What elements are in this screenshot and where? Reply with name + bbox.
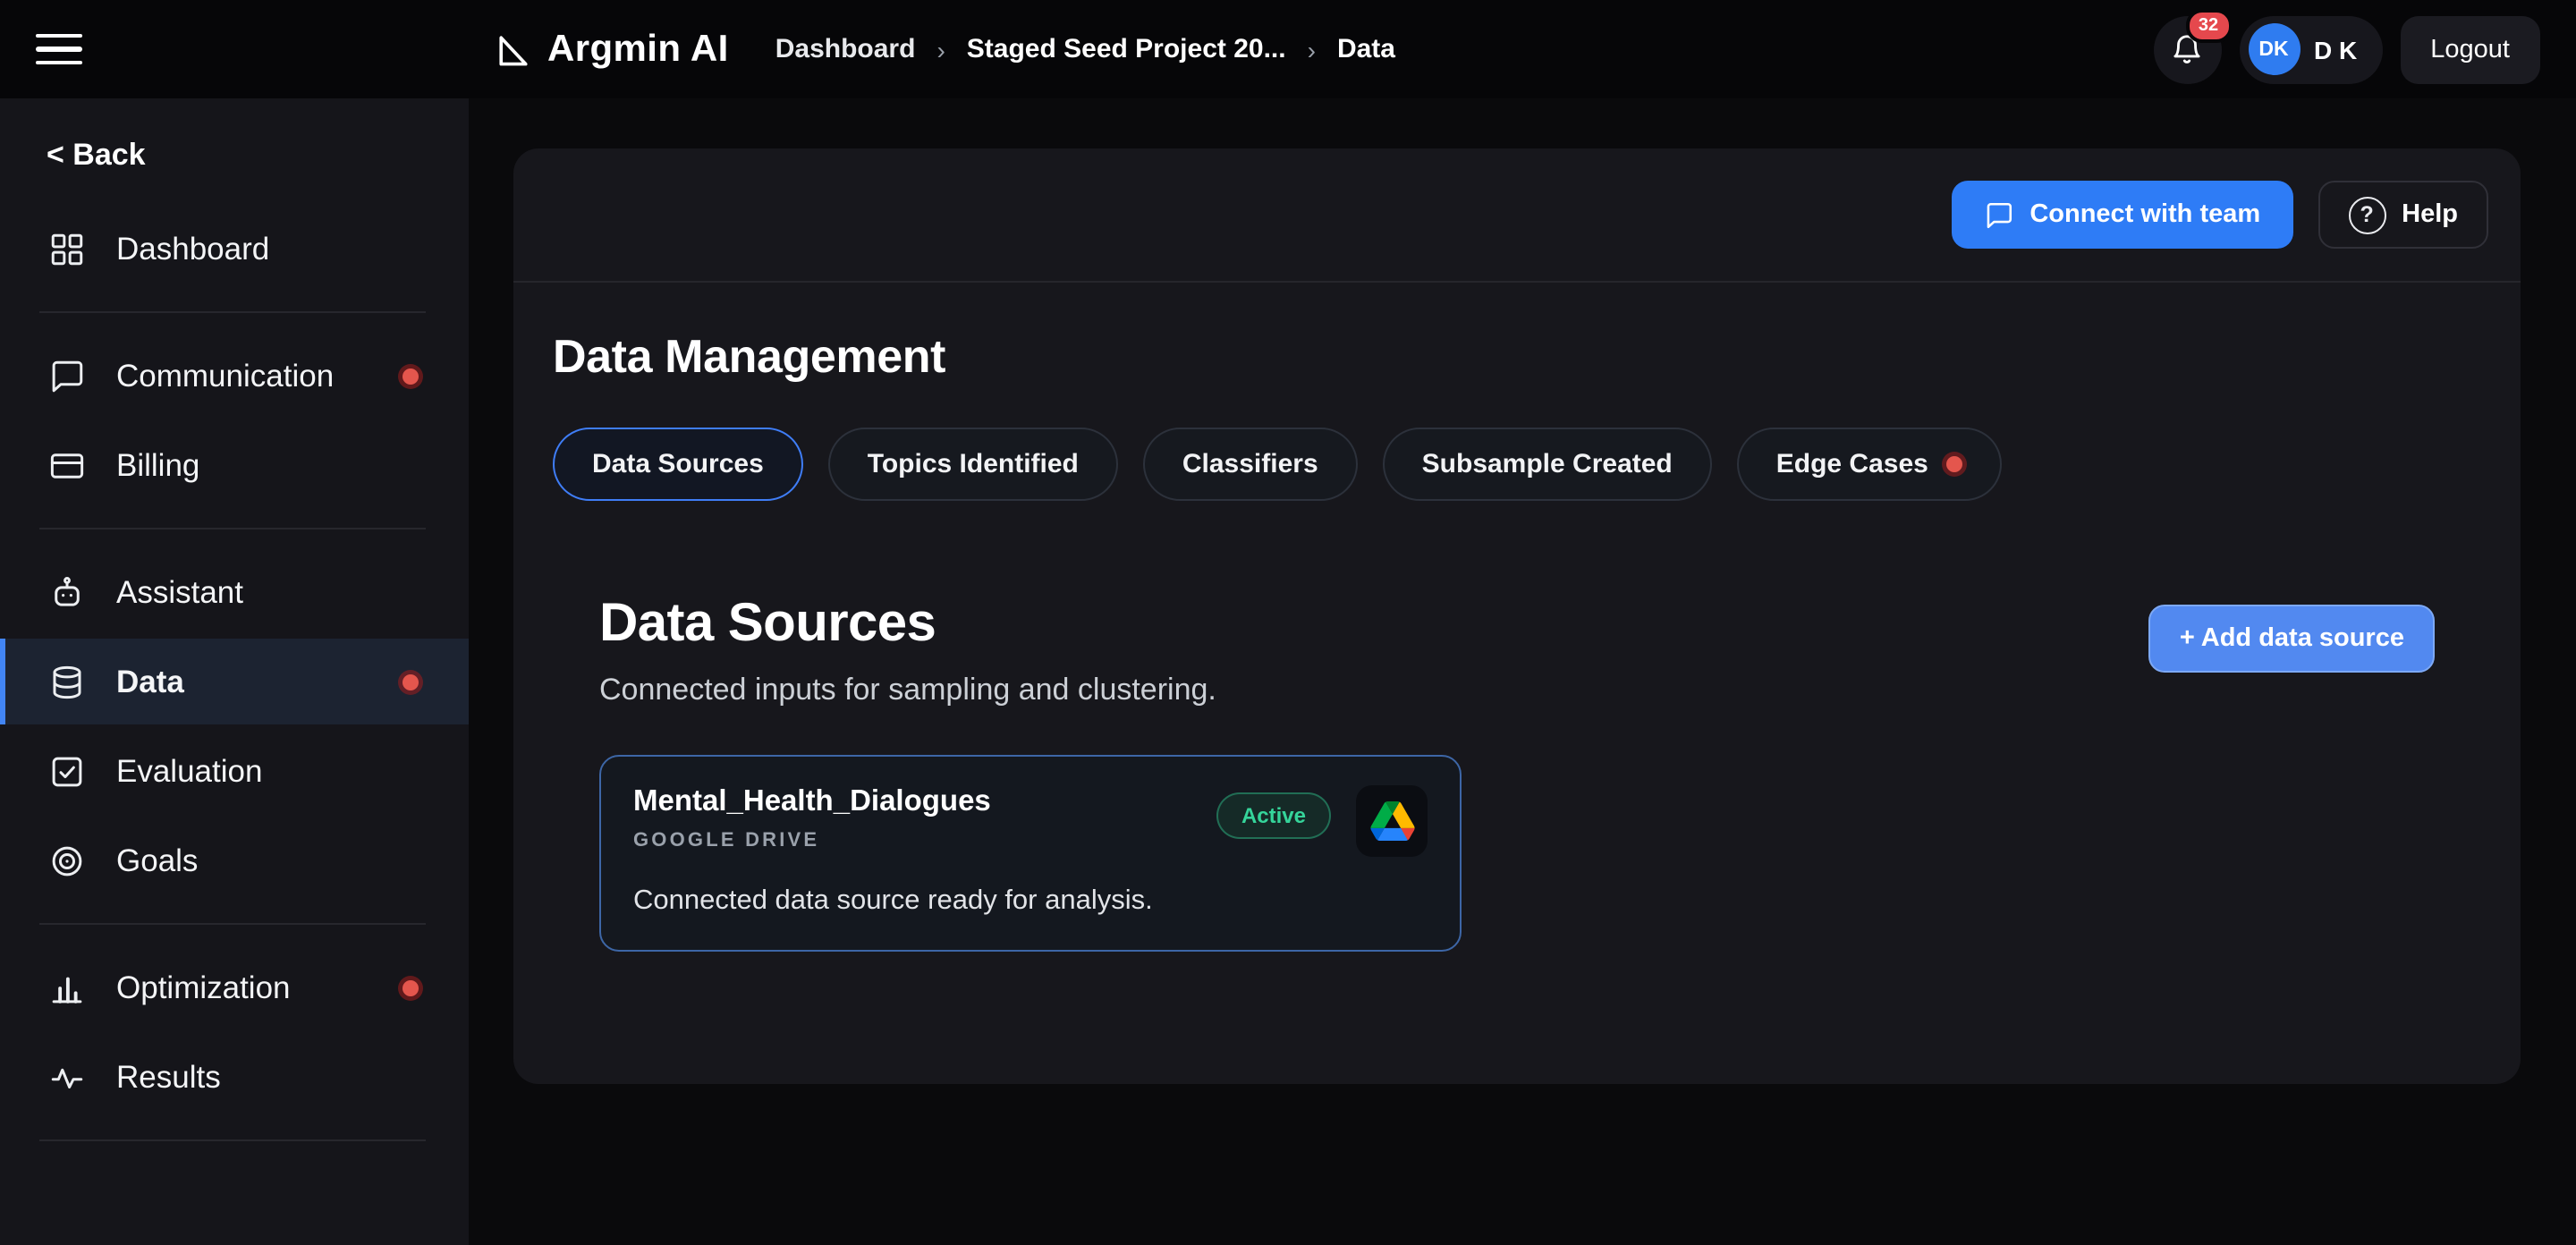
topbar-right: 32 DK D K Logout [2153, 15, 2576, 83]
content-panel: Connect with team ? Help Data Management… [513, 148, 2521, 1084]
user-menu[interactable]: DK D K [2239, 15, 2382, 83]
bar-chart-icon [47, 968, 86, 1007]
database-icon [47, 662, 86, 701]
question-icon: ? [2348, 196, 2385, 233]
tab-data-sources[interactable]: Data Sources [553, 428, 803, 501]
sidebar-item-communication[interactable]: Communication [0, 333, 469, 419]
page-title: Data Management [553, 329, 2481, 385]
sidebar-item-label: Billing [116, 446, 199, 484]
tab-classifiers[interactable]: Classifiers [1143, 428, 1358, 501]
section-titles: Data Sources Connected inputs for sampli… [599, 594, 1216, 708]
data-source-card[interactable]: Mental_Health_Dialogues GOOGLE DRIVE Act… [599, 755, 1462, 952]
tab-label: Data Sources [592, 449, 764, 479]
tab-topics-identified[interactable]: Topics Identified [828, 428, 1118, 501]
connect-with-team-label: Connect with team [2029, 200, 2260, 229]
alert-dot [1946, 456, 1962, 472]
topbar-left [0, 28, 469, 71]
add-data-source-button[interactable]: + Add data source [2149, 605, 2435, 673]
sidebar-item-label: Assistant [116, 573, 243, 611]
app-logo[interactable]: Argmin AI [494, 28, 729, 71]
notifications-button[interactable]: 32 [2153, 15, 2221, 83]
connect-with-team-button[interactable]: Connect with team [1951, 181, 2292, 249]
tab-label: Edge Cases [1776, 449, 1928, 479]
alert-dot [402, 368, 419, 384]
sidebar-item-optimization[interactable]: Optimization [0, 944, 469, 1030]
menu-button[interactable] [36, 28, 89, 71]
main-content: Connect with team ? Help Data Management… [469, 98, 2576, 1245]
topbar: Argmin AI Dashboard › Staged Seed Projec… [0, 0, 2576, 98]
data-source-provider: GOOGLE DRIVE [633, 830, 1216, 851]
divider [39, 923, 426, 925]
sidebar-item-billing[interactable]: Billing [0, 422, 469, 508]
status-badge: Active [1216, 792, 1331, 839]
tab-label: Subsample Created [1422, 449, 1673, 479]
credit-card-icon [47, 445, 86, 485]
divider [39, 1139, 426, 1141]
grid-icon [47, 229, 86, 268]
sidebar-item-evaluation[interactable]: Evaluation [0, 728, 469, 814]
chat-icon [47, 356, 86, 395]
notification-badge: 32 [2185, 8, 2232, 42]
section-head: Data Sources Connected inputs for sampli… [599, 594, 2435, 708]
data-source-name: Mental_Health_Dialogues [633, 785, 1216, 819]
target-icon [47, 841, 86, 880]
assistant-icon [47, 572, 86, 612]
sidebar-item-label: Evaluation [116, 752, 262, 790]
sidebar-item-label: Results [116, 1058, 221, 1096]
sidebar-item-label: Data [116, 663, 184, 700]
tab-label: Classifiers [1182, 449, 1318, 479]
breadcrumb-separator: › [1308, 35, 1316, 64]
help-label: Help [2402, 200, 2458, 229]
avatar: DK [2248, 23, 2300, 75]
app: Argmin AI Dashboard › Staged Seed Projec… [0, 0, 2576, 1245]
sidebar: < Back Dashboard Communication Billing [0, 98, 469, 1245]
data-source-description: Connected data source ready for analysis… [633, 885, 1428, 918]
sidebar-item-assistant[interactable]: Assistant [0, 549, 469, 635]
breadcrumb: Dashboard › Staged Seed Project 20... › … [775, 34, 1395, 64]
sidebar-item-label: Optimization [116, 969, 291, 1006]
logo-icon [494, 30, 533, 69]
sidebar-item-data[interactable]: Data [0, 639, 469, 724]
help-button[interactable]: ? Help [2318, 181, 2488, 249]
user-name: D K [2314, 35, 2357, 64]
card-top: Mental_Health_Dialogues GOOGLE DRIVE Act… [633, 785, 1428, 857]
section-title: Data Sources [599, 594, 1216, 655]
tab-label: Topics Identified [868, 449, 1079, 479]
section-subtitle: Connected inputs for sampling and cluste… [599, 673, 1216, 708]
sidebar-item-results[interactable]: Results [0, 1034, 469, 1120]
card-titles: Mental_Health_Dialogues GOOGLE DRIVE [633, 785, 1216, 851]
sidebar-item-dashboard[interactable]: Dashboard [0, 206, 469, 292]
tab-subsample-created[interactable]: Subsample Created [1383, 428, 1712, 501]
alert-dot [402, 979, 419, 995]
activity-icon [47, 1057, 86, 1097]
breadcrumb-item-dashboard[interactable]: Dashboard [775, 34, 916, 64]
breadcrumb-item-project[interactable]: Staged Seed Project 20... [967, 34, 1286, 64]
viewport: Argmin AI Dashboard › Staged Seed Projec… [0, 0, 2576, 1245]
breadcrumb-separator: › [936, 35, 945, 64]
chat-icon [1983, 199, 2013, 230]
breadcrumb-item-data[interactable]: Data [1337, 34, 1395, 64]
panel-header: Connect with team ? Help [513, 148, 2521, 283]
sidebar-item-label: Goals [116, 842, 198, 879]
tab-edge-cases[interactable]: Edge Cases [1737, 428, 2002, 501]
logout-button[interactable]: Logout [2400, 15, 2540, 83]
alert-dot [402, 673, 419, 690]
sidebar-item-goals[interactable]: Goals [0, 817, 469, 903]
data-sources-section: Data Sources Connected inputs for sampli… [599, 594, 2435, 952]
sidebar-item-label: Communication [116, 357, 334, 394]
back-link[interactable]: < Back [47, 138, 469, 174]
sidebar-item-label: Dashboard [116, 230, 269, 267]
google-drive-icon [1356, 785, 1428, 857]
tabs: Data Sources Topics Identified Classifie… [553, 428, 2481, 501]
divider [39, 311, 426, 313]
logo-text: Argmin AI [547, 28, 729, 71]
check-square-icon [47, 751, 86, 791]
divider [39, 528, 426, 529]
